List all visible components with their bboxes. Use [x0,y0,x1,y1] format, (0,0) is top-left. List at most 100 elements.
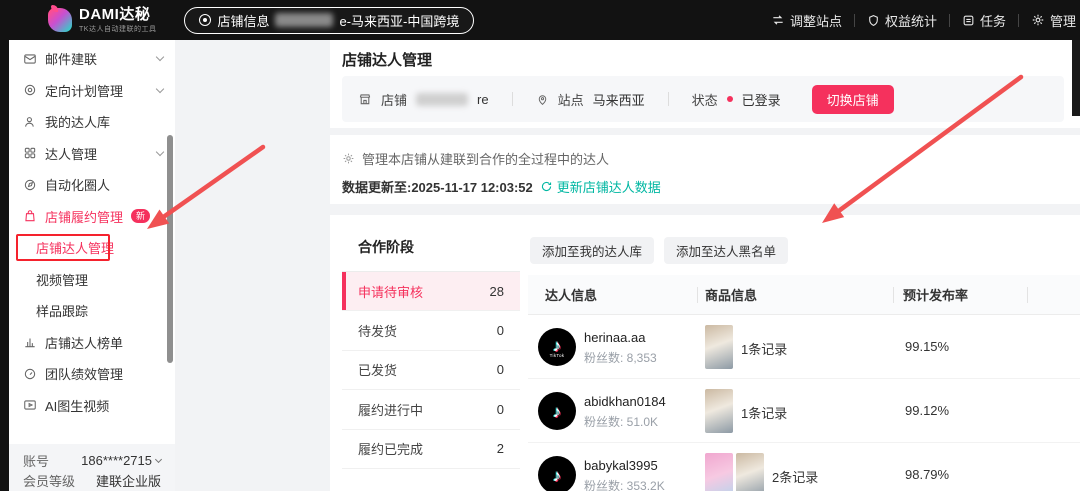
table-row[interactable]: ♪ TikTok herinaa.aa 粉丝数: 8,353 1条记录 99.1… [528,315,1080,379]
gear-icon [342,152,355,165]
menu-benefit-stats-label: 权益统计 [884,13,937,29]
table-row[interactable]: ♪ abidkhan0184 粉丝数: 51.0K 1条记录 99.12% [528,379,1080,443]
sidebar-item-label: 达人管理 [45,146,98,162]
stage-shipped[interactable]: 已发货 0 [342,351,520,391]
menu-adjust-site[interactable]: 调整站点 [771,11,842,30]
stage-label: 待发货 [358,324,398,340]
membership-label: 会员等级 [23,473,76,489]
chevron-down-icon [155,53,165,62]
table-row[interactable]: ♪ babykal3995 粉丝数: 353.2K 2条记录 98.79% [528,443,1080,491]
column-separator [1027,287,1028,303]
menu-manage-label: 管理 [1049,13,1076,29]
tiktok-wordmark: TikTok [549,352,565,358]
stage-panel-title: 合作阶段 [342,215,520,272]
sidebar-subitem-sample-tracking[interactable]: 样品跟踪 [9,295,175,327]
info-card: 管理本店铺从建联到合作的全过程中的达人 数据更新至:2025-11-17 12:… [330,135,1080,204]
shop-info-bar: 店铺 re 站点 马来西亚 状态 已登录 切换店铺 [342,76,1064,122]
top-menu: 调整站点 权益统计 任务 管理 [771,0,1076,40]
creator-followers: 粉丝数: 353.2K [584,479,665,491]
stage-in-progress[interactable]: 履约进行中 0 [342,390,520,430]
menu-tasks-label: 任务 [979,13,1006,29]
top-bar: DAMI达秘 TK达人自动建联的工具 店铺信息 e-马来西亚-中国跨境 调整站点 [0,0,1080,40]
menu-separator [853,13,855,27]
shop-pill-label: 店铺信息 [217,13,270,29]
product-thumbnail[interactable] [736,453,764,491]
video-icon [23,398,37,412]
column-creator-info: 达人信息 [545,288,598,303]
shop-name-blurred [416,92,469,106]
add-to-blacklist-button[interactable]: 添加至达人黑名单 [664,237,789,264]
publish-rate: 98.79% [905,467,950,482]
stage-count: 2 [496,441,504,457]
store-icon [358,92,372,106]
product-thumbnail[interactable] [705,453,733,491]
header-card: 店铺达人管理 店铺 re 站点 马来西亚 状态 已登录 切换店铺 [330,40,1080,128]
menu-benefit-stats[interactable]: 权益统计 [867,11,937,30]
shop-pill-suffix: e-马来西亚-中国跨境 [339,13,460,29]
shopping-bag-icon [23,209,37,223]
menu-tasks[interactable]: 任务 [962,11,1006,30]
mail-icon [23,52,37,66]
creator-followers: 粉丝数: 8,353 [584,351,657,365]
page-title: 店铺达人管理 [342,52,433,69]
sidebar-subitem-video-management[interactable]: 视频管理 [9,264,175,296]
sidebar-item-creator-management[interactable]: 达人管理 [9,138,175,170]
sidebar-item-my-creator-library[interactable]: 我的达人库 [9,106,175,138]
add-to-library-button[interactable]: 添加至我的达人库 [530,237,655,264]
menu-separator [1017,13,1019,27]
publish-rate: 99.15% [905,339,950,354]
sidebar-item-team-performance[interactable]: 团队绩效管理 [9,358,175,390]
stage-count: 28 [489,283,504,299]
tiktok-avatar: ♪ [538,456,576,491]
membership-value: 建联企业版 [95,473,161,489]
stage-label: 履约已完成 [358,442,424,458]
stage-completed[interactable]: 履约已完成 2 [342,430,520,469]
sidebar-item-shop-creator-ranking[interactable]: 店铺达人榜单 [9,327,175,359]
stage-pending-review[interactable]: 申请待审核 28 [342,272,520,312]
sidebar-item-targeted-plan[interactable]: 定向计划管理 [9,75,175,107]
sidebar-item-shop-fulfillment[interactable]: 店铺履约管理 新 [9,201,175,233]
logo-icon [48,5,72,32]
sidebar-item-label: 定向计划管理 [45,83,124,99]
shop-info-pill[interactable]: 店铺信息 e-马来西亚-中国跨境 [184,6,475,34]
sidebar-scrollbar[interactable] [167,135,173,363]
account-row[interactable]: 账号 186****2715 [23,450,163,470]
refresh-data-link[interactable]: 更新店铺达人数据 [540,177,661,196]
column-product-info: 商品信息 [705,288,758,303]
content-card: 合作阶段 申请待审核 28 待发货 0 已发货 0 履约进行中 0 履约已完成 … [330,215,1080,491]
account-phone: 186****2715 [81,452,152,468]
radio-icon [199,14,212,26]
logo-subtitle: TK达人自动建联的工具 [79,25,157,33]
sidebar-subitem-shop-creator-management[interactable]: 店铺达人管理 [9,232,175,264]
product-thumbnail[interactable] [705,325,733,369]
sidebar-item-auto-circle[interactable]: 自动化圈人 [9,169,175,201]
sidebar-item-label: AI图生视频 [45,398,110,414]
chevron-down-icon [155,84,165,93]
menu-manage[interactable]: 管理 [1031,11,1076,30]
data-updated-at: 数据更新至:2025-11-17 12:03:52 [342,180,533,195]
creator-username[interactable]: abidkhan0184 [584,394,666,409]
creator-username[interactable]: babykal3995 [584,458,658,473]
sidebar-item-email-outreach[interactable]: 邮件建联 [9,43,175,75]
compass-icon [23,178,37,192]
creator-followers: 粉丝数: 51.0K [584,415,659,429]
app-logo[interactable]: DAMI达秘 TK达人自动建联的工具 [48,5,157,34]
membership-row: 会员等级 建联企业版 [23,470,161,490]
creator-username[interactable]: herinaa.aa [584,330,645,345]
sidebar-item-ai-image-to-video[interactable]: AI图生视频 [9,390,175,422]
stage-label: 申请待审核 [358,284,424,300]
sidebar-item-label: 视频管理 [36,272,89,288]
shield-icon [867,14,880,27]
product-thumbnail[interactable] [705,389,733,433]
sidebar-item-label: 店铺履约管理 [45,209,124,225]
right-edge-strip [1072,40,1080,116]
record-count: 1条记录 [741,342,788,357]
creator-table: 达人信息 商品信息 预计发布率 ♪ TikTok herinaa.aa 粉丝数:… [528,275,1080,491]
site-value: 马来西亚 [592,92,645,108]
status-value: 已登录 [741,92,781,108]
column-publish-rate: 预计发布率 [903,288,969,303]
stage-to-ship[interactable]: 待发货 0 [342,311,520,351]
swap-arrows-icon [771,13,785,27]
divider [667,92,669,106]
switch-shop-button[interactable]: 切换店铺 [811,84,894,114]
